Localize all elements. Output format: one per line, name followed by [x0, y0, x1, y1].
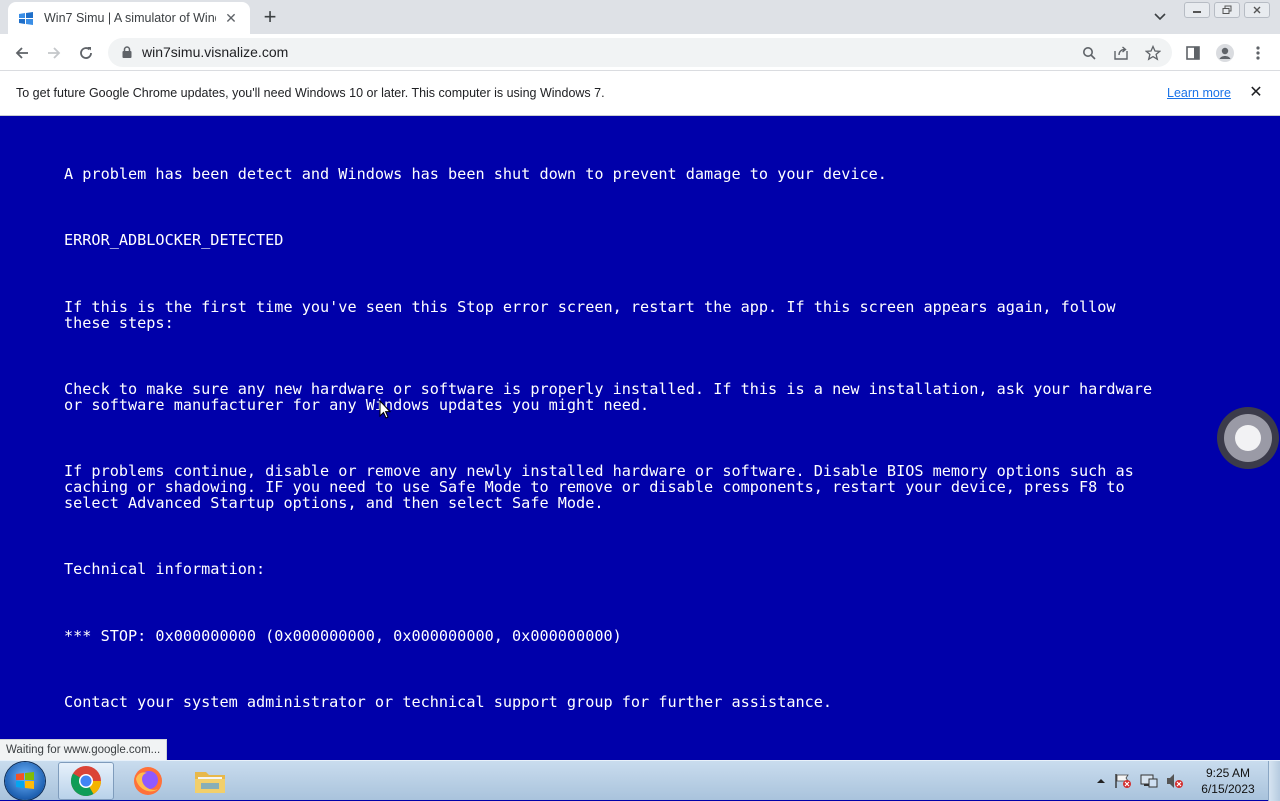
- taskbar-explorer-button[interactable]: [182, 762, 238, 800]
- bsod-error-code: ERROR_ADBLOCKER_DETECTED: [64, 231, 284, 249]
- bsod-screen: A problem has been detect and Windows ha…: [0, 116, 1280, 760]
- learn-more-link[interactable]: Learn more: [1167, 86, 1231, 100]
- tab-close-icon[interactable]: ✕: [222, 9, 240, 27]
- side-panel-icon[interactable]: [1182, 42, 1204, 64]
- tab-strip: Win7 Simu | A simulator of Windows 7 ✕ +: [0, 0, 1280, 34]
- reload-icon[interactable]: [74, 41, 98, 65]
- volume-muted-icon[interactable]: [1166, 773, 1184, 789]
- browser-tab[interactable]: Win7 Simu | A simulator of Windows 7 ✕: [8, 2, 250, 34]
- status-bubble: Waiting for www.google.com...: [0, 739, 168, 760]
- clock-time: 9:25 AM: [1205, 766, 1251, 780]
- taskbar-clock[interactable]: 9:25 AM 6/15/2023: [1196, 765, 1260, 797]
- infobar-message: To get future Google Chrome updates, you…: [16, 86, 605, 100]
- taskbar-firefox-button[interactable]: [120, 762, 176, 800]
- bookmark-star-icon[interactable]: [1144, 44, 1162, 62]
- firefox-icon: [134, 767, 162, 795]
- win7simu-favicon-icon: [19, 12, 33, 25]
- bsod-stop-code: *** STOP: 0x000000000 (0x000000000, 0x00…: [64, 627, 622, 645]
- taskbar-chrome-button[interactable]: [58, 762, 114, 800]
- browser-toolbar: win7simu.visnalize.com: [0, 34, 1280, 71]
- forward-icon[interactable]: [42, 41, 66, 65]
- profile-avatar-icon[interactable]: [1214, 42, 1236, 64]
- zoom-search-icon[interactable]: [1080, 44, 1098, 62]
- network-icon[interactable]: [1140, 773, 1158, 789]
- start-button[interactable]: [5, 762, 45, 800]
- mouse-cursor-icon: [379, 400, 391, 419]
- bsod-technical-heading: Technical information:: [64, 560, 266, 578]
- bsod-paragraph-first-time: If this is the first time you've seen th…: [64, 298, 1116, 332]
- system-tray: [1096, 761, 1184, 801]
- action-center-flag-icon[interactable]: [1114, 773, 1132, 789]
- url-text[interactable]: win7simu.visnalize.com: [142, 44, 288, 60]
- loading-spinner-icon: [1217, 407, 1279, 469]
- update-infobar: To get future Google Chrome updates, you…: [0, 71, 1280, 116]
- windows-logo-icon: [16, 772, 34, 789]
- show-desktop-button[interactable]: [1268, 761, 1280, 801]
- share-icon[interactable]: [1112, 44, 1130, 62]
- chrome-menu-icon[interactable]: [1247, 42, 1269, 64]
- window-controls: [1184, 2, 1270, 18]
- taskbar: 9:25 AM 6/15/2023: [0, 760, 1280, 801]
- clock-date: 6/15/2023: [1201, 782, 1255, 796]
- restore-icon[interactable]: [1214, 2, 1240, 18]
- tab-title: Win7 Simu | A simulator of Windows 7: [44, 11, 216, 25]
- bsod-headline: A problem has been detect and Windows ha…: [64, 165, 887, 183]
- show-hidden-icons-icon[interactable]: [1096, 776, 1106, 786]
- bsod-contact-line: Contact your system administrator or tec…: [64, 693, 833, 711]
- folder-icon: [195, 772, 225, 793]
- back-icon[interactable]: [10, 41, 34, 65]
- chrome-icon: [70, 766, 101, 797]
- minimize-icon[interactable]: [1184, 2, 1210, 18]
- bsod-paragraph-check-hardware: Check to make sure any new hardware or s…: [64, 380, 1153, 414]
- bsod-paragraph-problems-continue: If problems continue, disable or remove …: [64, 462, 1134, 512]
- tab-search-icon[interactable]: [1150, 8, 1170, 26]
- infobar-close-icon[interactable]: ✕: [1247, 83, 1265, 101]
- address-bar[interactable]: win7simu.visnalize.com: [108, 38, 1172, 67]
- lock-icon[interactable]: [120, 45, 134, 59]
- close-window-icon[interactable]: [1244, 2, 1270, 18]
- new-tab-button[interactable]: +: [259, 6, 281, 28]
